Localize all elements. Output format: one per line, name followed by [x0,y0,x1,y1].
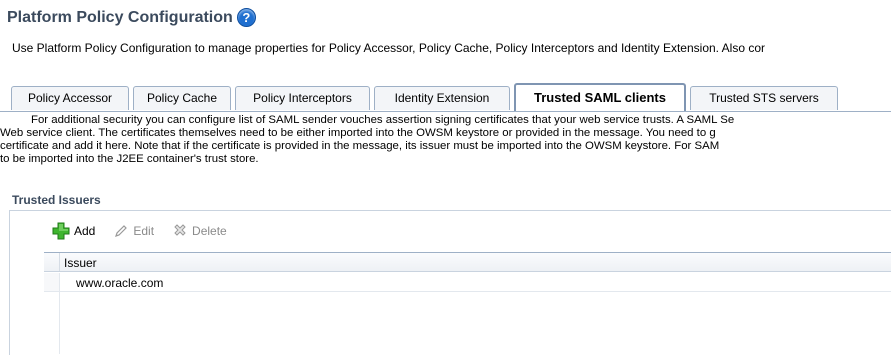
intro-text: For additional security you can configur… [0,114,891,166]
tab-policy-cache[interactable]: Policy Cache [133,86,231,110]
issuers-table-header: Issuer [44,252,891,272]
delete-button-label: Delete [192,224,227,238]
table-row[interactable]: www.oracle.com [44,273,891,292]
edit-button[interactable]: Edit [113,223,154,239]
intro-line: For additional security you can configur… [31,114,735,126]
tab-policy-interceptors[interactable]: Policy Interceptors [235,86,370,110]
trusted-issuers-header: Trusted Issuers [12,193,101,207]
edit-pencil-icon [115,225,128,237]
row-selector[interactable] [44,273,60,291]
page-title: Platform Policy Configuration ? [7,8,256,27]
delete-button[interactable]: Delete [172,223,227,239]
tab-policy-accessor[interactable]: Policy Accessor [11,86,129,110]
tab-identity-extension[interactable]: Identity Extension [374,86,510,110]
table-body-gutter [44,292,60,354]
tab-trusted-saml-clients[interactable]: Trusted SAML clients [514,83,686,111]
page-description: Use Platform Policy Configuration to man… [12,41,766,55]
row-header-gutter [44,253,60,271]
intro-line: certificate and add it here. Note that i… [0,140,720,152]
issuer-cell: www.oracle.com [76,276,164,290]
add-button-label: Add [74,224,96,238]
tab-trusted-sts-servers[interactable]: Trusted STS servers [690,86,838,110]
issuers-toolbar: Add Edit Delete [52,219,245,243]
delete-icon [174,224,186,236]
column-header-issuer[interactable]: Issuer [64,256,97,270]
help-icon[interactable]: ? [236,8,256,27]
add-icon [52,222,70,240]
edit-button-label: Edit [133,224,155,238]
page-title-text: Platform Policy Configuration [7,8,233,26]
intro-line: Web service client. The certificates the… [0,127,716,139]
intro-line: to be imported into the J2EE container's… [0,153,259,165]
add-button[interactable]: Add [52,222,95,240]
tab-bar: Policy Accessor Policy Cache Policy Inte… [0,79,891,112]
